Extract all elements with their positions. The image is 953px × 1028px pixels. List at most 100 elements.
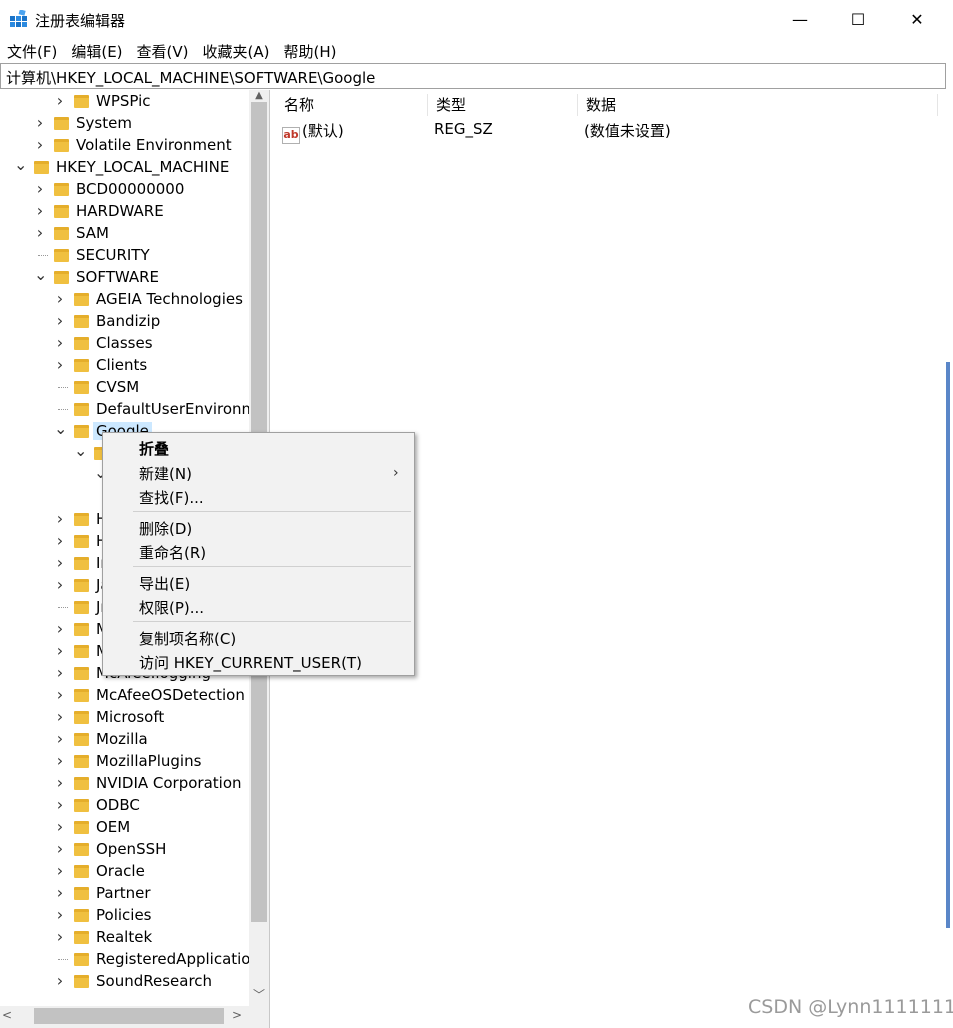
column-header-name[interactable]: 名称 (276, 94, 428, 116)
tree-node[interactable]: SECURITY (0, 245, 249, 267)
collapsed-chevron-icon[interactable]: › (34, 179, 46, 198)
tree-connector (38, 255, 48, 256)
ctx-permissions[interactable]: 权限(P)... (139, 597, 204, 619)
collapsed-chevron-icon[interactable]: › (54, 311, 66, 330)
collapsed-chevron-icon[interactable]: › (54, 509, 66, 528)
tree-node[interactable]: › Oracle (0, 861, 249, 883)
tree-node[interactable]: › OEM (0, 817, 249, 839)
tree-node[interactable]: › Clients (0, 355, 249, 377)
tree-node-label: Volatile Environment (76, 136, 232, 154)
collapsed-chevron-icon[interactable]: › (54, 355, 66, 374)
tree-node[interactable]: › Classes (0, 333, 249, 355)
expanded-chevron-icon[interactable]: ⌄ (54, 419, 67, 438)
menu-view[interactable]: 查看(V) (130, 39, 196, 63)
tree-node[interactable]: › AGEIA Technologies (0, 289, 249, 311)
collapsed-chevron-icon[interactable]: › (54, 729, 66, 748)
tree-node-label: AGEIA Technologies (96, 290, 243, 308)
collapsed-chevron-icon[interactable]: › (54, 685, 66, 704)
value-row-name[interactable]: ab (默认) (282, 120, 344, 144)
tree-node[interactable]: › Bandizip (0, 311, 249, 333)
value-name: (默认) (302, 122, 344, 140)
collapsed-chevron-icon[interactable]: › (54, 817, 66, 836)
collapsed-chevron-icon[interactable]: › (54, 707, 66, 726)
tree-node[interactable]: › System (0, 113, 249, 135)
tree-node[interactable]: ⌄ HKEY_LOCAL_MACHINE (0, 155, 249, 179)
collapsed-chevron-icon[interactable]: › (54, 91, 66, 110)
scroll-right-arrow-icon[interactable]: > (232, 1008, 242, 1022)
value-data: (数值未设置) (584, 122, 671, 140)
ctx-collapse[interactable]: 折叠 (139, 438, 169, 460)
collapsed-chevron-icon[interactable]: › (54, 971, 66, 990)
tree-node[interactable]: › MozillaPlugins (0, 751, 249, 773)
tree-node-label: MozillaPlugins (96, 752, 202, 770)
tree-node[interactable]: › Microsoft (0, 707, 249, 729)
minimize-button[interactable]: — (771, 0, 829, 38)
tree-node[interactable]: › Realtek (0, 927, 249, 949)
tree-node[interactable]: › OpenSSH (0, 839, 249, 861)
scroll-down-arrow-icon[interactable]: ﹀ (249, 986, 269, 1004)
collapsed-chevron-icon[interactable]: › (34, 223, 46, 242)
collapsed-chevron-icon[interactable]: › (54, 531, 66, 550)
menu-file[interactable]: 文件(F) (0, 39, 64, 63)
collapsed-chevron-icon[interactable]: › (54, 641, 66, 660)
tree-node[interactable]: › BCD00000000 (0, 179, 249, 201)
maximize-button[interactable]: ☐ (829, 0, 887, 38)
column-header-type[interactable]: 类型 (428, 94, 578, 116)
collapsed-chevron-icon[interactable]: › (34, 113, 46, 132)
tree-node[interactable]: › SAM (0, 223, 249, 245)
context-menu: 折叠 新建(N) › 查找(F)... 删除(D) 重命名(R) 导出(E) 权… (102, 432, 415, 676)
ctx-delete[interactable]: 删除(D) (139, 518, 192, 540)
tree-node[interactable]: › Policies (0, 905, 249, 927)
folder-icon (74, 799, 89, 812)
folder-icon (74, 337, 89, 350)
tree-node[interactable]: › SoundResearch (0, 971, 249, 993)
tree-node[interactable]: DefaultUserEnvironmen (0, 399, 269, 421)
collapsed-chevron-icon[interactable]: › (54, 839, 66, 858)
ctx-copy-key-name[interactable]: 复制项名称(C) (139, 628, 236, 650)
tree-node[interactable]: CVSM (0, 377, 249, 399)
folder-icon (74, 645, 89, 658)
expanded-chevron-icon[interactable]: ⌄ (74, 441, 87, 460)
tree-node[interactable]: › Volatile Environment (0, 135, 249, 157)
close-button[interactable]: ✕ (888, 0, 946, 38)
column-header-data[interactable]: 数据 (578, 94, 938, 116)
collapsed-chevron-icon[interactable]: › (54, 861, 66, 880)
collapsed-chevron-icon[interactable]: › (54, 751, 66, 770)
tree-node[interactable]: › HARDWARE (0, 201, 249, 223)
scroll-left-arrow-icon[interactable]: < (2, 1008, 12, 1022)
collapsed-chevron-icon[interactable]: › (34, 201, 46, 220)
tree-node[interactable]: ⌄ SOFTWARE (0, 265, 249, 289)
collapsed-chevron-icon[interactable]: › (54, 773, 66, 792)
collapsed-chevron-icon[interactable]: › (54, 905, 66, 924)
collapsed-chevron-icon[interactable]: › (54, 289, 66, 308)
tree-node[interactable]: › WPSPic (0, 91, 249, 113)
scrollbar-thumb[interactable] (34, 1008, 224, 1024)
ctx-find[interactable]: 查找(F)... (139, 487, 204, 509)
collapsed-chevron-icon[interactable]: › (54, 795, 66, 814)
menu-favorites[interactable]: 收藏夹(A) (196, 39, 277, 63)
collapsed-chevron-icon[interactable]: › (54, 663, 66, 682)
collapsed-chevron-icon[interactable]: › (54, 553, 66, 572)
menu-help[interactable]: 帮助(H) (276, 39, 343, 63)
tree-node[interactable]: RegisteredApplications (0, 949, 268, 971)
tree-node[interactable]: › Mozilla (0, 729, 249, 751)
ctx-rename[interactable]: 重命名(R) (139, 542, 206, 564)
tree-node[interactable]: › Partner (0, 883, 249, 905)
collapsed-chevron-icon[interactable]: › (54, 619, 66, 638)
collapsed-chevron-icon[interactable]: › (54, 927, 66, 946)
tree-node[interactable]: › McAfeeOSDetection (0, 685, 249, 707)
collapsed-chevron-icon[interactable]: › (34, 135, 46, 154)
tree-horizontal-scrollbar[interactable]: < > (0, 1006, 269, 1028)
menu-edit[interactable]: 编辑(E) (64, 39, 129, 63)
ctx-goto-hkcu[interactable]: 访问 HKEY_CURRENT_USER(T) (139, 652, 362, 674)
tree-node[interactable]: › NVIDIA Corporation (0, 773, 249, 795)
address-bar[interactable]: 计算机\HKEY_LOCAL_MACHINE\SOFTWARE\Google (0, 63, 946, 89)
collapsed-chevron-icon[interactable]: › (54, 575, 66, 594)
expanded-chevron-icon[interactable]: ⌄ (34, 265, 47, 284)
ctx-new[interactable]: 新建(N) (139, 463, 192, 485)
tree-node[interactable]: › ODBC (0, 795, 249, 817)
collapsed-chevron-icon[interactable]: › (54, 883, 66, 902)
collapsed-chevron-icon[interactable]: › (54, 333, 66, 352)
expanded-chevron-icon[interactable]: ⌄ (14, 155, 27, 174)
ctx-export[interactable]: 导出(E) (139, 573, 190, 595)
